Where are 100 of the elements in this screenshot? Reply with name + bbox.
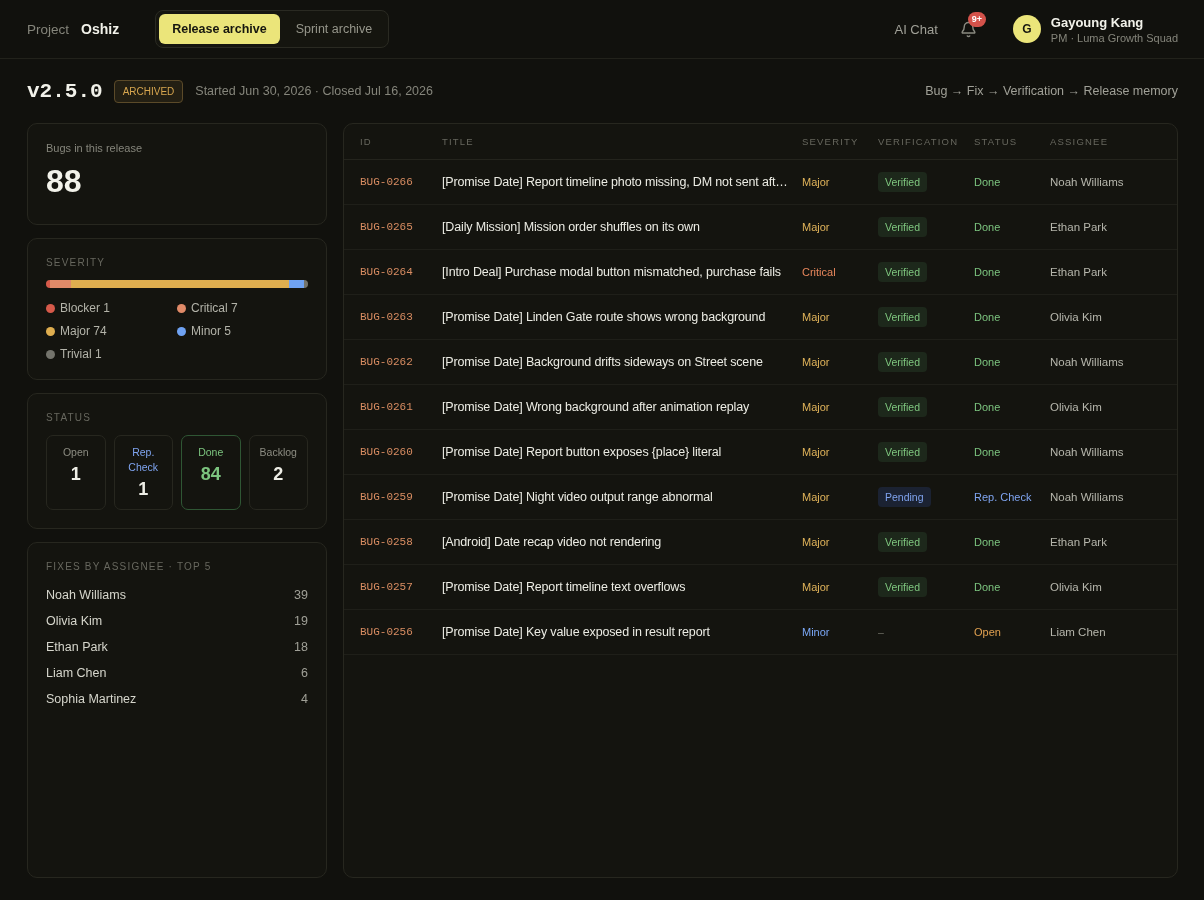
avatar[interactable]: G <box>1012 15 1041 43</box>
status-tile-label: Backlog <box>259 445 297 460</box>
verification-tag: Verified <box>878 532 928 552</box>
status-tile[interactable]: Open 1 <box>46 435 106 510</box>
status-tile-label: Done <box>198 445 224 460</box>
legend-label: Major 74 <box>60 324 107 338</box>
verification-tag: Verified <box>878 217 928 237</box>
archive-tab[interactable]: Sprint archive <box>282 14 386 44</box>
card-title: STATUS <box>46 412 93 423</box>
bug-id: BUG-0260 <box>360 446 413 458</box>
breadcrumb-label: Project <box>27 21 70 37</box>
bug-id: BUG-0257 <box>360 581 413 593</box>
severity-label: Major <box>802 446 830 458</box>
user-name: Gayoung Kang <box>1050 14 1145 30</box>
user-role: PM · Luma Growth Squad <box>1050 31 1178 44</box>
assignee-name: Noah Williams <box>1050 356 1124 368</box>
bug-id: BUG-0265 <box>360 221 413 233</box>
assignee-name: Liam Chen <box>46 666 107 680</box>
bug-id: BUG-0263 <box>360 311 413 323</box>
status-label: Done <box>974 311 1001 323</box>
status-label: Done <box>974 356 1001 368</box>
assignee-name: Olivia Kim <box>46 614 103 628</box>
verification-tag: Verified <box>878 307 928 327</box>
bell-icon <box>959 20 977 38</box>
status-tile-count: 1 <box>70 464 81 485</box>
status-label: Done <box>974 446 1001 458</box>
status-tile[interactable]: Rep. Check 1 <box>113 435 173 510</box>
fix-count: 39 <box>294 588 308 602</box>
legend-label: Minor 5 <box>191 324 232 338</box>
fix-count: 6 <box>301 666 308 680</box>
bug-id: BUG-0256 <box>360 626 413 638</box>
assignee-name: Liam Chen <box>1050 626 1106 638</box>
archive-tab[interactable]: Release archive <box>159 14 280 44</box>
assignee-name: Ethan Park <box>1050 221 1107 233</box>
status-tile-count: 1 <box>138 479 149 500</box>
legend-label: Critical 7 <box>191 301 238 315</box>
status-label: Done <box>974 266 1001 278</box>
legend-label: Trivial 1 <box>60 347 102 361</box>
fix-count: 4 <box>301 692 308 706</box>
severity-label: Major <box>802 221 830 233</box>
bug-title: [Promise Date] Linden Gate route shows wrong background <box>442 310 766 324</box>
verification-tag: Verified <box>878 352 928 372</box>
status-tile-label: Open <box>62 445 89 460</box>
status-label: Rep. Check <box>974 491 1032 503</box>
severity-label: Major <box>802 176 830 188</box>
release-version: v2.5.0 <box>27 79 103 103</box>
severity-label: Major <box>802 491 830 503</box>
severity-label: Major <box>802 311 830 323</box>
verification-tag: Verified <box>878 262 928 282</box>
bug-id: BUG-0262 <box>360 356 413 368</box>
workflow-steps: Bug → Fix → Verification → Release memory <box>925 84 1178 98</box>
bug-id: BUG-0258 <box>360 536 413 548</box>
assignee-name: Olivia Kim <box>1050 581 1102 593</box>
assignee-name: Noah Williams <box>1050 491 1124 503</box>
bug-id: BUG-0264 <box>360 266 413 278</box>
assignee-name: Noah Williams <box>1050 446 1124 458</box>
bug-title: [Promise Date] Night video output range abnormal <box>442 490 713 504</box>
fix-count: 19 <box>294 614 308 628</box>
assignee-name: Sophia Martinez <box>46 692 137 706</box>
assignee-name: Olivia Kim <box>1050 311 1102 323</box>
bug-id: BUG-0261 <box>360 401 413 413</box>
verification-tag: Pending <box>878 487 931 507</box>
archived-badge: ARCHIVED <box>113 79 184 103</box>
project-name: Oshiz <box>81 21 120 37</box>
status-label: Open <box>974 626 1001 638</box>
ai-chat-link[interactable]: AI Chat <box>894 21 938 37</box>
bug-id: BUG-0266 <box>360 176 413 188</box>
assignee-name: Noah Williams <box>46 588 126 602</box>
status-label: Done <box>974 176 1001 188</box>
assignee-name: Ethan Park <box>1050 536 1107 548</box>
assignee-name: Ethan Park <box>46 640 108 654</box>
notification-badge: 9+ <box>967 11 986 27</box>
bug-title: [Intro Deal] Purchase modal button mismatched, purchase fails <box>442 265 781 279</box>
bug-title: [Android] Date recap video not rendering <box>442 535 662 549</box>
release-dates: Started Jun 30, 2026 · Closed Jul 16, 2026 <box>195 84 433 98</box>
status-label: Done <box>974 401 1001 413</box>
bug-title: [Promise Date] Report timeline photo missing, DM not sent aft… <box>442 175 788 189</box>
verification-tag: Verified <box>878 442 928 462</box>
status-label: Done <box>974 581 1001 593</box>
legend-label: Blocker 1 <box>60 301 111 315</box>
assignee-name: Olivia Kim <box>1050 401 1102 413</box>
severity-label: Critical <box>802 266 836 278</box>
bug-title: [Promise Date] Key value exposed in result report <box>442 625 710 639</box>
column-header: ASSIGNEE <box>1050 136 1109 147</box>
status-tile-count: 2 <box>273 464 284 485</box>
status-tile[interactable]: Backlog 2 <box>248 435 308 510</box>
card-title: FIXES BY ASSIGNEE · TOP 5 <box>46 561 213 572</box>
severity-label: Major <box>802 536 830 548</box>
verification-tag: Verified <box>878 172 928 192</box>
card-title: SEVERITY <box>46 257 107 268</box>
verification-tag: Verified <box>878 397 928 417</box>
severity-label: Minor <box>802 626 830 638</box>
assignee-name: Noah Williams <box>1050 176 1124 188</box>
bug-title: [Promise Date] Report button exposes {place} literal <box>442 445 722 459</box>
status-tile[interactable]: Done 84 <box>181 435 241 510</box>
bug-id: BUG-0259 <box>360 491 413 503</box>
severity-label: Major <box>802 581 830 593</box>
column-header: ID <box>360 136 372 147</box>
status-tile-label: Rep. Check <box>127 445 160 475</box>
verification-tag: Verified <box>878 577 928 597</box>
